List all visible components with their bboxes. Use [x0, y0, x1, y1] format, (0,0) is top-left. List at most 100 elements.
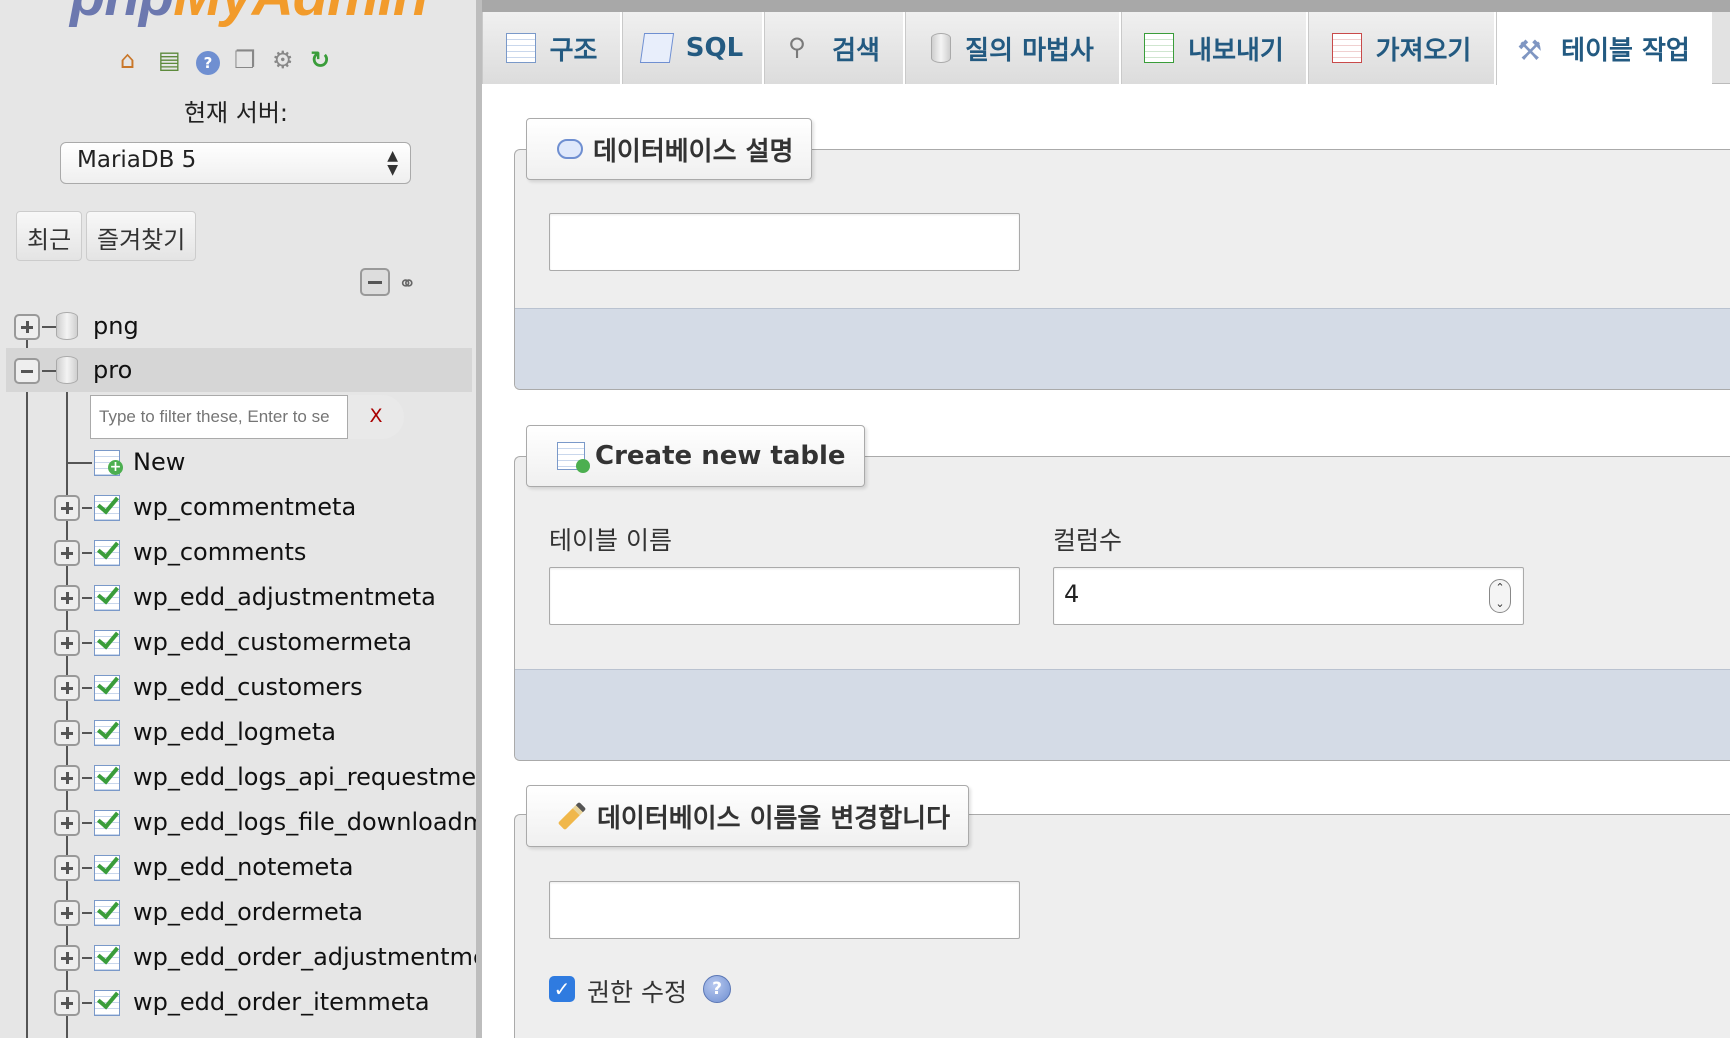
- tree-line: [82, 597, 92, 599]
- table-name-input[interactable]: [549, 567, 1020, 625]
- tree-db-png[interactable]: png: [0, 304, 472, 348]
- pencil-icon: [557, 801, 587, 831]
- db-comment-input[interactable]: [549, 213, 1020, 271]
- expand-icon[interactable]: [54, 990, 80, 1016]
- phpmyadmin-logo[interactable]: phpMyAdmin: [70, 0, 428, 29]
- create-table-fieldset: 테이블 이름 컬럼수 4 ⌃ ⌄: [514, 456, 1730, 761]
- home-icon[interactable]: ⌂: [120, 45, 150, 75]
- tree-table-label[interactable]: wp_edd_ordermeta: [133, 898, 363, 926]
- tree-table-label[interactable]: wp_commentmeta: [133, 493, 356, 521]
- export-icon: [1144, 33, 1175, 63]
- columns-count-input[interactable]: 4 ⌃ ⌄: [1053, 567, 1524, 625]
- table-icon: [94, 853, 122, 881]
- expand-icon[interactable]: [54, 495, 80, 521]
- tab-operations[interactable]: ⚒ 테이블 작업: [1496, 12, 1712, 85]
- table-icon: [94, 538, 122, 566]
- expand-icon[interactable]: [54, 900, 80, 926]
- table-name-label: 테이블 이름: [549, 526, 672, 555]
- comment-icon: [557, 139, 583, 159]
- tree-table-label[interactable]: wp_edd_adjustmentmeta: [133, 583, 436, 611]
- tree-table-label[interactable]: wp_edd_order_adjustmentmeta: [133, 943, 477, 971]
- adjust-privileges-label[interactable]: 권한 수정: [587, 973, 687, 1009]
- expand-icon[interactable]: [14, 314, 40, 340]
- tree-table-wp_edd_logs_api_requestmeta[interactable]: wp_edd_logs_api_requestmeta: [0, 755, 477, 799]
- table-icon: [94, 718, 122, 746]
- tree-table-label[interactable]: wp_edd_notemeta: [133, 853, 353, 881]
- select-arrows-icon: ▲ ▼: [387, 148, 398, 178]
- tab-structure[interactable]: 구조: [482, 12, 622, 84]
- help-icon[interactable]: ?: [196, 45, 226, 75]
- tree-new-label[interactable]: New: [133, 448, 185, 476]
- fieldset-footer: [515, 308, 1730, 389]
- database-tabs: 구조 SQL ⚲ 검색 질의 마법사 내보내기 가져오기 ⚒ 테이블 작업: [482, 12, 1730, 85]
- expand-icon[interactable]: [54, 540, 80, 566]
- database-icon: [56, 356, 78, 384]
- tree-table-wp_edd_ordermeta[interactable]: wp_edd_ordermeta: [0, 890, 472, 934]
- reload-icon[interactable]: ↻: [310, 45, 340, 75]
- table-filter-input[interactable]: [90, 395, 348, 439]
- expand-icon[interactable]: [54, 945, 80, 971]
- tree-table-label[interactable]: wp_edd_order_itemmeta: [133, 988, 430, 1016]
- tree-line: [82, 957, 92, 959]
- favorite-tables-button[interactable]: 즐겨찾기: [86, 211, 197, 261]
- link-with-main-panel-icon[interactable]: ⚭: [398, 272, 416, 297]
- server-select[interactable]: MariaDB 5 ▲ ▼: [60, 142, 411, 184]
- tree-table-label[interactable]: wp_edd_customermeta: [133, 628, 412, 656]
- spinner-icon[interactable]: ⌃ ⌄: [1489, 579, 1511, 613]
- import-icon: [1331, 33, 1362, 63]
- tree-table-label[interactable]: wp_comments: [133, 538, 306, 566]
- collapse-icon[interactable]: [14, 358, 40, 384]
- expand-icon[interactable]: [54, 675, 80, 701]
- expand-icon[interactable]: [54, 855, 80, 881]
- columns-count-label: 컬럼수: [1053, 526, 1123, 555]
- help-icon[interactable]: ?: [703, 975, 731, 1003]
- server-select-value: MariaDB 5: [77, 147, 197, 173]
- tab-query[interactable]: 질의 마법사: [905, 12, 1121, 84]
- tab-export[interactable]: 내보내기: [1121, 12, 1308, 84]
- new-db-name-input[interactable]: [549, 881, 1020, 939]
- tab-label: 내보내기: [1188, 35, 1284, 66]
- tree-db-label[interactable]: pro: [93, 356, 132, 384]
- tree-table-wp_edd_customers[interactable]: wp_edd_customers: [0, 665, 472, 709]
- adjust-privileges-checkbox[interactable]: ✓: [549, 976, 575, 1002]
- tree-table-wp_edd_logs_file_downloadmet[interactable]: wp_edd_logs_file_downloadmet: [0, 800, 477, 844]
- tab-search[interactable]: ⚲ 검색: [764, 12, 905, 84]
- tree-table-wp_commentmeta[interactable]: wp_commentmeta: [0, 485, 472, 529]
- expand-icon[interactable]: [54, 765, 80, 791]
- breadcrumb-bar: [482, 0, 1730, 12]
- recent-tables-button[interactable]: 최근: [16, 211, 83, 261]
- tree-table-wp_edd_logmeta[interactable]: wp_edd_logmeta: [0, 710, 472, 754]
- clear-filter-button[interactable]: X: [348, 395, 404, 439]
- tree-table-label[interactable]: wp_edd_logs_api_requestmeta: [133, 763, 477, 791]
- tree-new-table[interactable]: New: [0, 440, 472, 484]
- tree-line: [66, 462, 92, 464]
- expand-icon[interactable]: [54, 810, 80, 836]
- tree-table-wp_edd_customermeta[interactable]: wp_edd_customermeta: [0, 620, 472, 664]
- expand-icon[interactable]: [54, 585, 80, 611]
- collapse-all-icon[interactable]: [360, 268, 390, 296]
- fieldset-footer: [515, 669, 1730, 760]
- tree-table-wp_edd_order_itemmeta[interactable]: wp_edd_order_itemmeta: [0, 980, 472, 1024]
- tab-sql[interactable]: SQL: [622, 12, 764, 84]
- expand-icon[interactable]: [54, 720, 80, 746]
- tree-table-label[interactable]: wp_edd_customers: [133, 673, 363, 701]
- tab-label: SQL: [685, 33, 744, 63]
- docs-icon[interactable]: ❐: [234, 45, 264, 75]
- tab-import[interactable]: 가져오기: [1308, 12, 1496, 84]
- new-table-icon: [557, 442, 590, 473]
- tree-db-label[interactable]: png: [93, 312, 139, 340]
- table-icon: [94, 943, 122, 971]
- tree-table-label[interactable]: wp_edd_logmeta: [133, 718, 336, 746]
- legend-text: 데이터베이스 이름을 변경합니다: [597, 803, 950, 834]
- tree-table-wp_edd_order_adjustmentmeta[interactable]: wp_edd_order_adjustmentmeta: [0, 935, 477, 979]
- tree-table-wp_edd_notemeta[interactable]: wp_edd_notemeta: [0, 845, 472, 889]
- legend-text: Create new table: [595, 441, 846, 471]
- tree-table-label[interactable]: wp_edd_logs_file_downloadmet: [133, 808, 477, 836]
- settings-icon[interactable]: ⚙: [272, 45, 302, 75]
- tree-table-wp_comments[interactable]: wp_comments: [0, 530, 472, 574]
- tree-table-wp_edd_adjustmentmeta[interactable]: wp_edd_adjustmentmeta: [0, 575, 472, 619]
- sql-window-icon[interactable]: ▤: [158, 45, 188, 75]
- expand-icon[interactable]: [54, 630, 80, 656]
- tree-db-pro[interactable]: pro: [6, 348, 472, 392]
- columns-count-value: 4: [1064, 580, 1080, 608]
